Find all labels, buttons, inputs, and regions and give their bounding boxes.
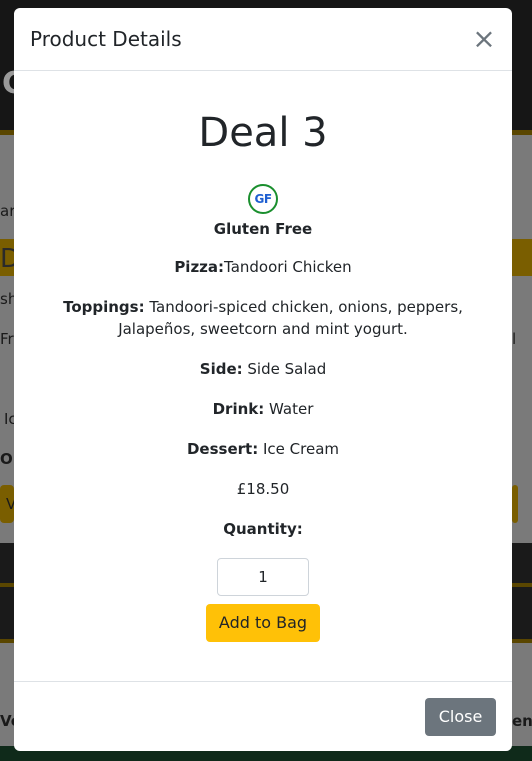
- quantity-label: Quantity:: [223, 520, 303, 538]
- background-button: [512, 485, 518, 523]
- modal-header: Product Details ×: [14, 8, 512, 71]
- modal-title: Product Details: [30, 27, 182, 51]
- toppings-label: Toppings:: [63, 298, 145, 316]
- modal-footer: Close: [14, 681, 512, 751]
- quantity-input[interactable]: [217, 558, 309, 596]
- close-icon[interactable]: ×: [470, 25, 498, 53]
- product-price: £18.50: [236, 480, 290, 498]
- add-to-bag-button[interactable]: Add to Bag: [205, 604, 321, 642]
- gluten-free-label: Gluten Free: [213, 220, 313, 238]
- dessert-label: Dessert:: [186, 440, 259, 458]
- background-text-fragment: en: [512, 712, 532, 730]
- drink-value: Water: [264, 400, 314, 418]
- product-details-modal: Product Details × Deal 3 GF Gluten Free …: [14, 8, 512, 751]
- drink-row: Drink: Water: [14, 398, 512, 420]
- drink-label: Drink:: [212, 400, 265, 418]
- product-name: Deal 3: [198, 110, 328, 156]
- gluten-free-icon: GF: [248, 184, 278, 214]
- background-text-fragment: l: [512, 330, 517, 348]
- toppings-row: Toppings: Tandoori-spiced chicken, onion…: [14, 296, 512, 340]
- pizza-row: Pizza:Tandoori Chicken: [14, 256, 512, 278]
- side-value: Side Salad: [242, 360, 327, 378]
- background-text-fragment: Fr: [0, 330, 14, 348]
- dessert-row: Dessert: Ice Cream: [14, 438, 512, 460]
- modal-body: Deal 3 GF Gluten Free Pizza:Tandoori Chi…: [14, 71, 512, 681]
- side-label: Side:: [199, 360, 243, 378]
- dessert-value: Ice Cream: [258, 440, 339, 458]
- side-row: Side: Side Salad: [14, 358, 512, 380]
- toppings-value: Tandoori-spiced chicken, onions, peppers…: [118, 298, 463, 338]
- pizza-value: Tandoori Chicken: [224, 258, 352, 276]
- close-button[interactable]: Close: [425, 698, 496, 736]
- pizza-label: Pizza:: [174, 258, 225, 276]
